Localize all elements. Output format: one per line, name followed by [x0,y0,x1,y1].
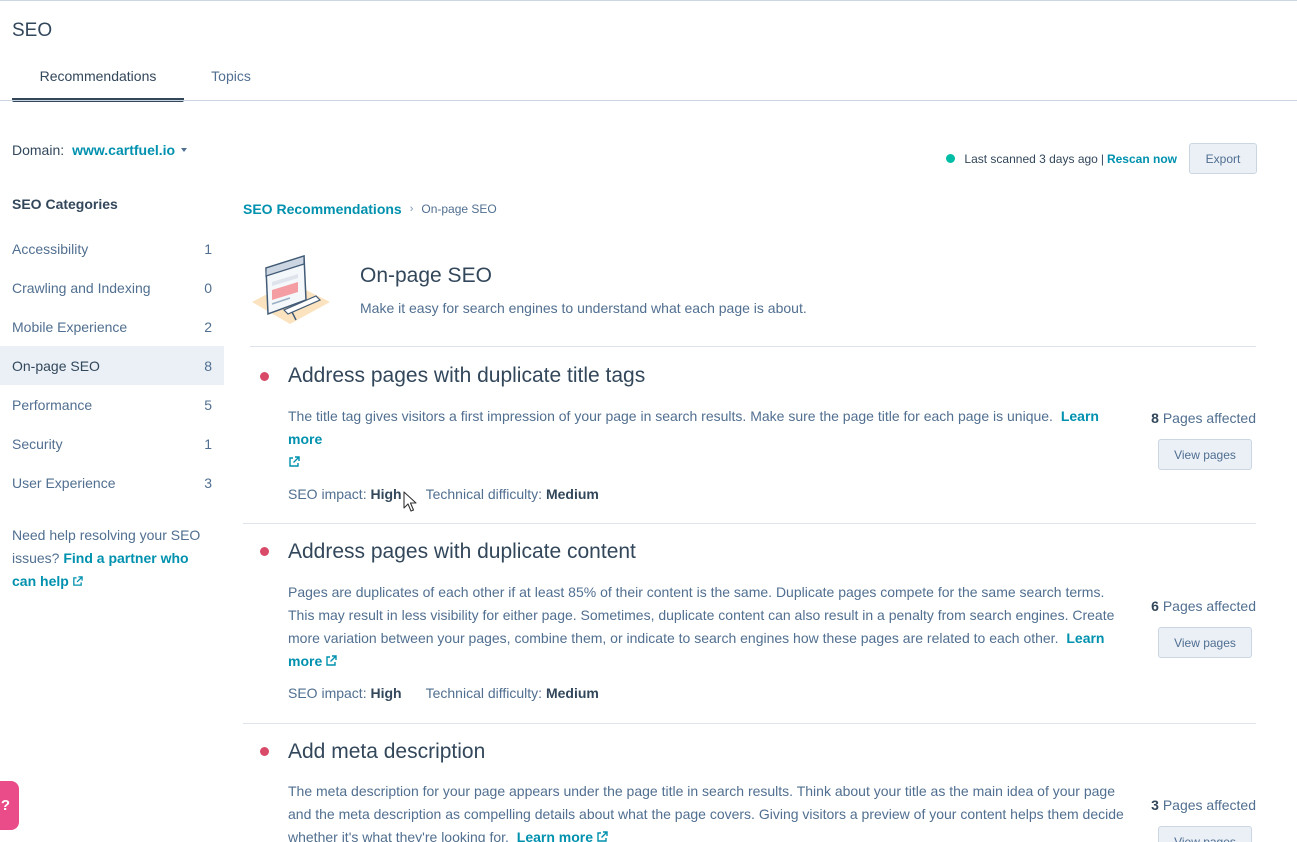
mouse-pointer-icon [403,491,417,512]
recommendation-meta: SEO impact: High Technical difficulty: M… [288,486,599,502]
sidebar-item-performance[interactable]: Performance 5 [0,385,224,424]
help-chat-bubble[interactable]: ? [0,781,19,830]
recommendation-card: Address pages with duplicate content Pag… [243,524,1256,724]
category-title: On-page SEO [360,264,492,287]
recommendation-meta: SEO impact: High Technical difficulty: M… [288,685,599,701]
recommendation-title: Address pages with duplicate title tags [288,364,646,387]
domain-dropdown[interactable]: www.cartfuel.io [72,142,188,158]
breadcrumb: SEO Recommendations › On-page SEO [243,201,497,217]
view-pages-button[interactable]: View pages [1158,439,1252,470]
sidebar-item-count: 3 [204,474,212,491]
pages-label: Pages affected [1162,598,1256,614]
recommendation-description: The title tag gives visitors a first imp… [288,405,1128,474]
technical-difficulty: Technical difficulty: Medium [426,486,599,502]
recommendation-title: Add meta description [288,740,486,763]
technical-difficulty-value: Medium [545,685,599,701]
seo-impact-label: SEO impact: [288,486,367,502]
pages-count: 3 [1151,797,1159,813]
last-scanned-text: Last scanned 3 days ago [964,151,1098,166]
top-border [0,0,1297,1]
pages-affected-count: 3 Pages affected [1151,797,1256,813]
external-link-icon [326,655,337,666]
tabs-divider [0,100,1297,101]
recommendation-description-text: The title tag gives visitors a first imp… [288,408,1053,424]
category-header: On-page SEO Make it easy for search engi… [250,252,1256,347]
pages-label: Pages affected [1162,797,1256,813]
tab-topics[interactable]: Topics [184,60,278,102]
sidebar-item-label: On-page SEO [12,357,100,374]
partner-help-text: Need help resolving your SEO issues? Fin… [0,524,224,593]
recommendation-title: Address pages with duplicate content [288,540,636,563]
scan-status-row: Last scanned 3 days ago | Rescan now Exp… [946,143,1257,174]
view-pages-button[interactable]: View pages [1158,627,1252,658]
breadcrumb-separator: › [409,203,414,215]
sidebar-item-accessibility[interactable]: Accessibility 1 [0,229,224,268]
chevron-down-icon [181,148,188,152]
high-priority-dot-icon [260,372,269,381]
seo-categories-sidebar: SEO Categories Accessibility 1 Crawling … [0,196,224,593]
high-priority-dot-icon [260,547,269,556]
technical-difficulty-label: Technical difficulty: [425,486,543,502]
recommendation-description-text: Pages are duplicates of each other if at… [288,584,1115,646]
high-priority-dot-icon [260,747,269,756]
seo-impact: SEO impact: High [288,486,402,502]
sidebar-item-label: Security [12,435,63,452]
pages-count: 6 [1151,598,1159,614]
category-description: Make it easy for search engines to under… [360,300,807,316]
sidebar-item-label: Mobile Experience [12,318,128,335]
tab-recommendations[interactable]: Recommendations [12,60,184,102]
view-pages-button[interactable]: View pages [1158,826,1252,842]
learn-more-label: Learn more [516,829,594,842]
external-link-icon [72,576,83,586]
domain-value: www.cartfuel.io [72,142,176,158]
sidebar-item-label: Accessibility [12,240,89,257]
seo-impact: SEO impact: High [288,685,402,701]
domain-selector-row: Domain: www.cartfuel.io [12,142,188,158]
pages-affected-count: 6 Pages affected [1151,598,1256,614]
recommendation-description-text: The meta description for your page appea… [288,783,1124,842]
sidebar-item-label: User Experience [12,474,116,491]
sidebar-item-count: 0 [204,279,212,296]
seo-impact-value: High [370,685,402,701]
technical-difficulty-label: Technical difficulty: [425,685,543,701]
sidebar-item-user-experience[interactable]: User Experience 3 [0,463,224,502]
breadcrumb-current: On-page SEO [421,202,497,216]
export-button[interactable]: Export [1189,143,1257,174]
technical-difficulty-value: Medium [545,486,599,502]
scan-separator: | [1100,151,1104,166]
sidebar-item-crawling-indexing[interactable]: Crawling and Indexing 0 [0,268,224,307]
domain-label: Domain: [12,142,65,158]
pages-affected-count: 8 Pages affected [1151,410,1256,426]
sidebar-item-count: 1 [204,240,212,257]
recommendation-card: Address pages with duplicate title tags … [243,348,1256,524]
sidebar-item-on-page-seo[interactable]: On-page SEO 8 [0,346,224,385]
sidebar-item-security[interactable]: Security 1 [0,424,224,463]
learn-more-link[interactable]: Learn more [517,829,608,842]
external-link-icon [597,831,608,842]
status-dot-icon [946,154,956,163]
page-title: SEO [12,20,53,41]
sidebar-item-count: 1 [204,435,212,452]
rescan-now-link[interactable]: Rescan now [1107,152,1177,166]
external-link-icon [289,456,300,467]
category-list: Accessibility 1 Crawling and Indexing 0 … [0,229,224,502]
technical-difficulty: Technical difficulty: Medium [426,685,599,701]
sidebar-item-count: 5 [204,396,212,413]
breadcrumb-seo-recommendations[interactable]: SEO Recommendations [243,201,402,217]
sidebar-item-label: Performance [12,396,93,413]
sidebar-item-mobile-experience[interactable]: Mobile Experience 2 [0,307,224,346]
tab-bar: Recommendations Topics [12,60,278,102]
browser-window-illustration-icon [252,254,330,324]
recommendation-description: The meta description for your page appea… [288,780,1128,842]
sidebar-item-label: Crawling and Indexing [12,279,151,296]
sidebar-item-count: 2 [204,318,212,335]
sidebar-heading: SEO Categories [12,196,118,212]
sidebar-item-count: 8 [204,357,212,374]
seo-impact-label: SEO impact: [288,685,367,701]
seo-impact-value: High [370,486,402,502]
recommendation-description: Pages are duplicates of each other if at… [288,581,1128,673]
pages-label: Pages affected [1162,410,1256,426]
recommendation-card: Add meta description The meta descriptio… [243,724,1256,842]
pages-count: 8 [1151,410,1159,426]
